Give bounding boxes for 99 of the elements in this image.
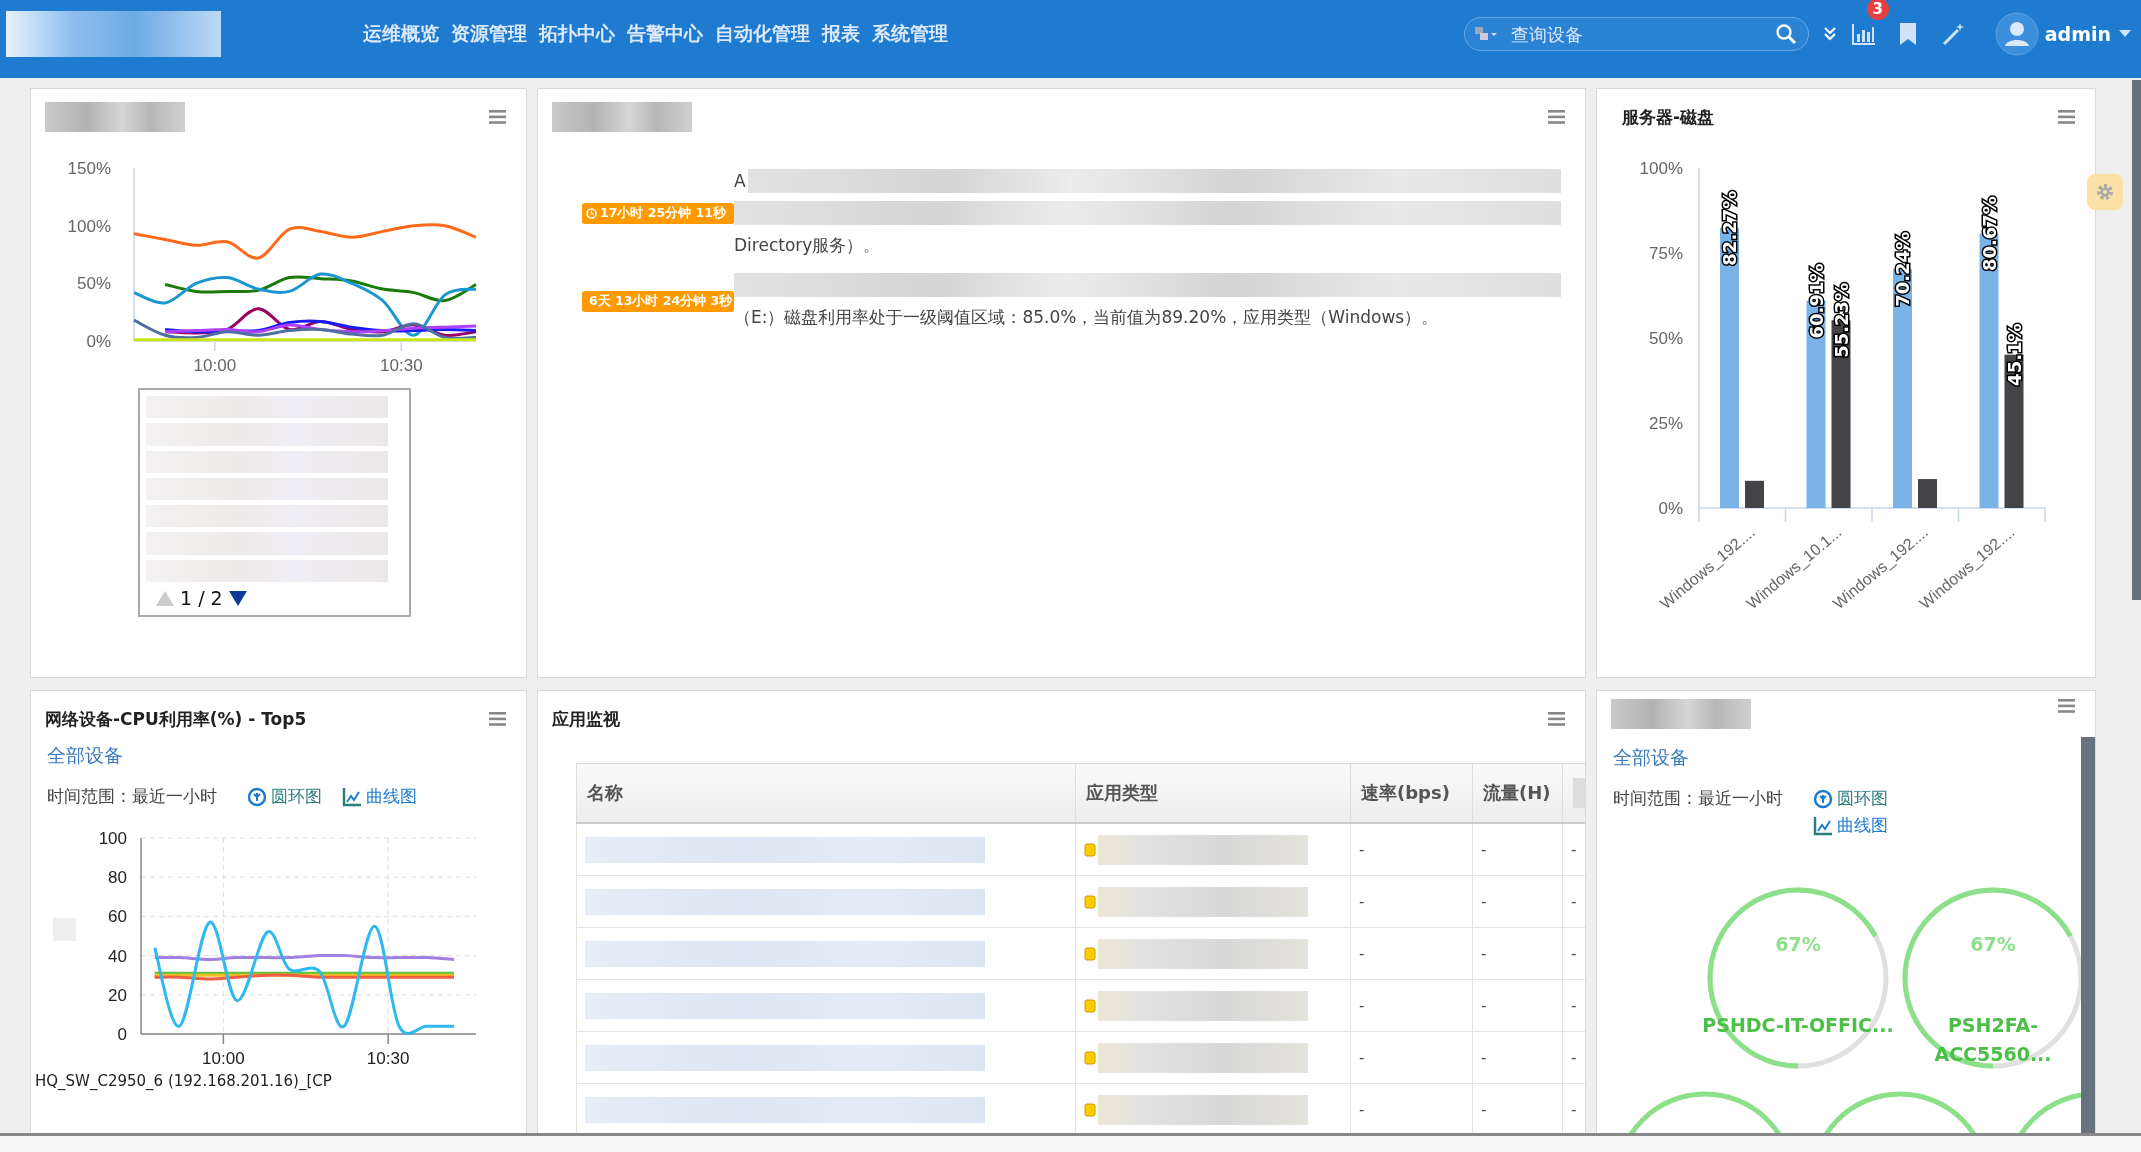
axis-label: 25% bbox=[1648, 414, 1683, 433]
data-label: 55.23% bbox=[1830, 282, 1852, 358]
nav-item[interactable]: 告警中心 bbox=[627, 21, 703, 47]
table-cell: - bbox=[1472, 979, 1563, 1032]
axis-label: 150% bbox=[67, 159, 111, 178]
line-chart-link[interactable]: 曲线图 bbox=[341, 785, 417, 808]
axis-label: 100% bbox=[1639, 159, 1683, 178]
nav-item[interactable]: 自动化管理 bbox=[715, 21, 810, 47]
bookmark-icon[interactable] bbox=[1898, 22, 1917, 46]
table-cell: - bbox=[1350, 979, 1473, 1032]
axis-label: 100 bbox=[98, 829, 127, 848]
clock-icon bbox=[586, 207, 597, 219]
axis-label: 60 bbox=[108, 907, 127, 927]
table-cell: - bbox=[1350, 823, 1473, 876]
alert-text: A bbox=[734, 171, 746, 191]
alert-text: （E:）磁盘利用率处于一级阈值区域：85.0%，当前值为89.20%，应用类型（Windows）。 bbox=[734, 305, 1439, 329]
axis-label: 10:00 bbox=[202, 1049, 245, 1068]
nav-item[interactable]: 拓扑中心 bbox=[539, 21, 615, 47]
settings-button[interactable] bbox=[2087, 174, 2123, 210]
time-range: 时间范围 : 最近一小时 bbox=[1613, 787, 1783, 810]
search-field[interactable]: 查询设备 bbox=[1463, 17, 1809, 51]
app-type-icon bbox=[1084, 998, 1096, 1013]
next-page-icon[interactable] bbox=[228, 590, 247, 606]
device-type-icon[interactable] bbox=[1473, 25, 1500, 43]
data-label: 60.91% bbox=[1805, 263, 1827, 339]
ring-chart-link[interactable]: 圆环图 bbox=[246, 785, 322, 808]
scrollbar[interactable] bbox=[2081, 737, 2095, 1133]
axis-label: 0% bbox=[86, 332, 111, 351]
notification-badge: 3 bbox=[1866, 0, 1889, 20]
panel-title: 服务器-磁盘 bbox=[1622, 105, 1715, 129]
user-name[interactable]: admin bbox=[2044, 23, 2111, 45]
duration-badge: 17小时 25分钟 11秒 bbox=[582, 202, 734, 224]
axis-label: 75% bbox=[1648, 244, 1683, 263]
app-type-icon bbox=[1084, 894, 1096, 909]
menu-icon[interactable] bbox=[2058, 110, 2075, 124]
menu-icon[interactable] bbox=[1548, 712, 1565, 726]
line-chart-icon bbox=[1812, 815, 1833, 836]
column-header[interactable]: 名称 bbox=[576, 763, 1076, 823]
all-devices-link[interactable]: 全部设备 bbox=[47, 743, 123, 769]
gauge-icon bbox=[1812, 788, 1833, 809]
table-cell: - bbox=[1350, 1031, 1473, 1084]
alert-text: Directory服务）。 bbox=[734, 233, 881, 257]
nav-item[interactable]: 资源管理 bbox=[451, 21, 527, 47]
menu-icon[interactable] bbox=[1548, 110, 1565, 124]
column-header[interactable]: 速率(bps) bbox=[1350, 763, 1473, 823]
table-cell: - bbox=[1472, 823, 1563, 876]
nav-item[interactable]: 运维概览 bbox=[363, 21, 439, 47]
axis-label: 0 bbox=[117, 1025, 127, 1044]
ring-chart-link[interactable]: 圆环图 bbox=[1812, 787, 1888, 810]
data-label: 80.67% bbox=[1978, 196, 2000, 272]
gauge-icon bbox=[246, 786, 267, 807]
legend-label: HQ_SW_C2950_6 (192.168.201.16)_[CP bbox=[35, 1072, 333, 1090]
table-cell: - bbox=[1472, 927, 1563, 980]
data-label: 70.24% bbox=[1892, 231, 1913, 307]
axis-label: 10:30 bbox=[380, 356, 423, 375]
gauge-value: 67% bbox=[1774, 933, 1822, 955]
duration-badge: 6天 13小时 24分钟 3秒 bbox=[582, 290, 734, 312]
table-cell: - bbox=[1472, 1031, 1563, 1084]
menu-icon[interactable] bbox=[489, 110, 506, 124]
bar-chart-icon[interactable] bbox=[1850, 22, 1877, 46]
nav-item[interactable]: 系统管理 bbox=[872, 21, 948, 47]
axis-label: 50% bbox=[76, 274, 111, 294]
logo[interactable] bbox=[6, 11, 221, 57]
page-indicator: 1 / 2 bbox=[180, 587, 223, 609]
menu-icon[interactable] bbox=[489, 712, 506, 726]
table-cell: - bbox=[1350, 875, 1473, 928]
search-icon[interactable] bbox=[1774, 23, 1797, 45]
table-cell: - bbox=[1472, 875, 1563, 928]
column-header[interactable]: 流量(H) bbox=[1472, 763, 1563, 823]
nav-item[interactable]: 报表 bbox=[822, 21, 860, 47]
table-cell: - bbox=[1350, 927, 1473, 980]
data-label: 82.27% bbox=[1719, 190, 1740, 266]
app-type-icon bbox=[1084, 1102, 1096, 1117]
app-type-icon bbox=[1084, 946, 1096, 961]
double-chevron-icon[interactable] bbox=[1822, 26, 1837, 42]
axis-label: 80 bbox=[108, 868, 127, 888]
axis-label: 100% bbox=[67, 216, 111, 236]
axis-label: 0% bbox=[1658, 499, 1683, 518]
line-chart-link[interactable]: 曲线图 bbox=[1812, 814, 1888, 837]
axis-label: 10:30 bbox=[366, 1049, 410, 1068]
scrollbar[interactable] bbox=[2132, 80, 2141, 600]
axis-label: 10:00 bbox=[193, 356, 237, 375]
app-type-icon bbox=[1084, 842, 1096, 857]
line-chart-icon bbox=[341, 786, 362, 807]
all-devices-link[interactable]: 全部设备 bbox=[1613, 745, 1689, 771]
panel-title: 应用监视 bbox=[552, 707, 620, 731]
gauge-value: 67% bbox=[1969, 933, 2017, 955]
avatar-icon[interactable] bbox=[1994, 12, 2039, 56]
axis-label: 20 bbox=[108, 985, 127, 1005]
axis-label: 40 bbox=[108, 946, 127, 966]
settings-icon bbox=[2094, 181, 2116, 203]
menu-icon[interactable] bbox=[2058, 699, 2075, 713]
panel-title: 网络设备-CPU利用率(%) - Top5 bbox=[45, 707, 307, 731]
column-header[interactable]: 应用类型 bbox=[1075, 763, 1351, 823]
app-type-icon bbox=[1084, 1050, 1096, 1065]
time-range: 时间范围 : 最近一小时 bbox=[47, 785, 217, 808]
data-label: 45.1% bbox=[2003, 323, 2025, 386]
caret-icon[interactable] bbox=[2119, 30, 2131, 38]
axis-label: 50% bbox=[1648, 329, 1683, 348]
